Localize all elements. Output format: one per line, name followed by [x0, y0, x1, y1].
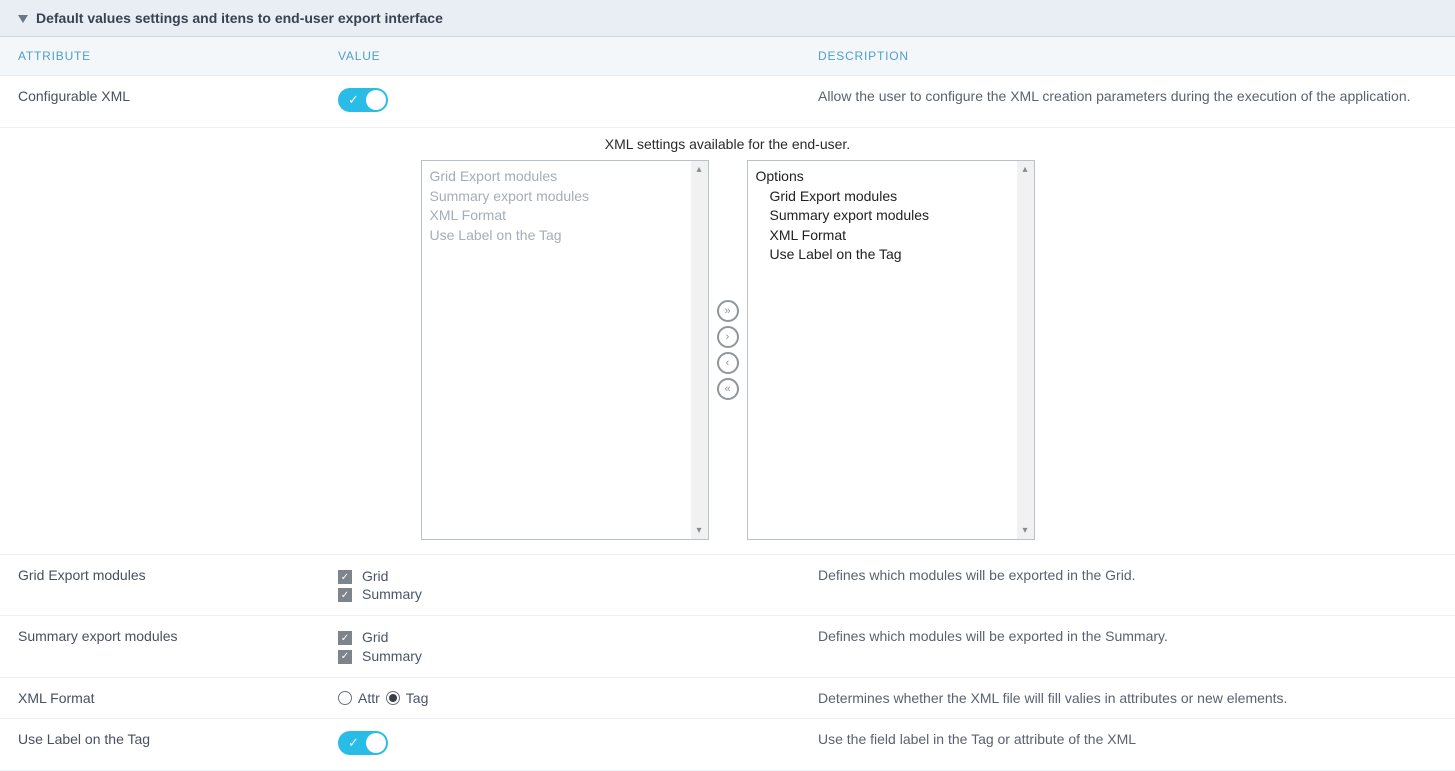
- list-item[interactable]: Grid Export modules: [430, 167, 700, 187]
- value-configurable-xml: ✓: [338, 88, 818, 115]
- desc-grid-export: Defines which modules will be exported i…: [818, 567, 1437, 603]
- toggle-knob: [366, 733, 386, 753]
- list-item[interactable]: XML Format: [756, 226, 1026, 246]
- scrollbar[interactable]: ▴ ▾: [1017, 161, 1034, 539]
- checkbox-grid-export-summary[interactable]: ✓: [338, 588, 352, 602]
- value-grid-export: ✓ Grid ✓ Summary: [338, 567, 818, 603]
- col-value: VALUE: [338, 49, 818, 63]
- row-xml-format: XML Format Attr Tag Determines whether t…: [0, 678, 1455, 719]
- row-configurable-xml: Configurable XML ✓ Allow the user to con…: [0, 76, 1455, 128]
- scroll-down-icon[interactable]: ▾: [1017, 522, 1034, 539]
- value-use-label: ✓: [338, 731, 818, 758]
- row-grid-export: Grid Export modules ✓ Grid ✓ Summary Def…: [0, 555, 1455, 616]
- scrollbar[interactable]: ▴ ▾: [691, 161, 708, 539]
- checkbox-summary-export-summary[interactable]: ✓: [338, 650, 352, 664]
- move-all-right-button[interactable]: »: [717, 300, 739, 322]
- move-all-left-button[interactable]: «: [717, 378, 739, 400]
- radio-label: Attr: [358, 690, 380, 706]
- attr-summary-export: Summary export modules: [18, 628, 338, 664]
- toggle-configurable-xml[interactable]: ✓: [338, 88, 388, 112]
- checkbox-grid-export-grid[interactable]: ✓: [338, 570, 352, 584]
- col-attribute: ATTRIBUTE: [18, 49, 338, 63]
- value-summary-export: ✓ Grid ✓ Summary: [338, 628, 818, 664]
- collapse-caret-icon: [18, 15, 28, 23]
- panel-header[interactable]: Default values settings and itens to end…: [0, 0, 1455, 37]
- checkbox-label: Grid: [362, 628, 388, 646]
- list-item[interactable]: Use Label on the Tag: [430, 226, 700, 246]
- scroll-up-icon[interactable]: ▴: [691, 161, 708, 178]
- checkbox-label: Grid: [362, 567, 388, 585]
- xml-settings-caption: XML settings available for the end-user.: [605, 136, 850, 152]
- transfer-buttons: » › ‹ «: [717, 300, 739, 400]
- radio-xml-tag[interactable]: [386, 691, 400, 705]
- desc-configurable-xml: Allow the user to configure the XML crea…: [818, 88, 1437, 115]
- attr-configurable-xml: Configurable XML: [18, 88, 338, 115]
- list-item[interactable]: Grid Export modules: [756, 187, 1026, 207]
- radio-label: Tag: [406, 690, 429, 706]
- list-item[interactable]: Summary export modules: [756, 206, 1026, 226]
- panel-title: Default values settings and itens to end…: [36, 10, 443, 26]
- scroll-up-icon[interactable]: ▴: [1017, 161, 1034, 178]
- attr-xml-format: XML Format: [18, 690, 338, 706]
- list-item[interactable]: Use Label on the Tag: [756, 245, 1026, 265]
- attr-grid-export: Grid Export modules: [18, 567, 338, 603]
- row-summary-export: Summary export modules ✓ Grid ✓ Summary …: [0, 616, 1455, 677]
- xml-settings-block: XML settings available for the end-user.…: [18, 136, 1437, 540]
- checkbox-label: Summary: [362, 585, 422, 603]
- desc-xml-format: Determines whether the XML file will fil…: [818, 690, 1437, 706]
- selected-listbox[interactable]: Options Grid Export modules Summary expo…: [747, 160, 1035, 540]
- col-description: DESCRIPTION: [818, 49, 1437, 63]
- move-left-button[interactable]: ‹: [717, 352, 739, 374]
- desc-use-label: Use the field label in the Tag or attrib…: [818, 731, 1437, 758]
- radio-xml-attr[interactable]: [338, 691, 352, 705]
- check-icon: ✓: [348, 92, 359, 108]
- attr-use-label: Use Label on the Tag: [18, 731, 338, 758]
- row-xml-settings: XML settings available for the end-user.…: [0, 128, 1455, 555]
- dual-listbox: Grid Export modules Summary export modul…: [421, 160, 1035, 540]
- column-headers: ATTRIBUTE VALUE DESCRIPTION: [0, 37, 1455, 76]
- value-xml-format: Attr Tag: [338, 690, 818, 706]
- move-right-button[interactable]: ›: [717, 326, 739, 348]
- check-icon: ✓: [348, 735, 359, 751]
- toggle-use-label[interactable]: ✓: [338, 731, 388, 755]
- toggle-knob: [366, 90, 386, 110]
- list-item[interactable]: Summary export modules: [430, 187, 700, 207]
- list-item-header[interactable]: Options: [756, 167, 1026, 187]
- list-item[interactable]: XML Format: [430, 206, 700, 226]
- checkbox-label: Summary: [362, 647, 422, 665]
- checkbox-summary-export-grid[interactable]: ✓: [338, 631, 352, 645]
- row-use-label: Use Label on the Tag ✓ Use the field lab…: [0, 719, 1455, 771]
- desc-summary-export: Defines which modules will be exported i…: [818, 628, 1437, 664]
- available-listbox[interactable]: Grid Export modules Summary export modul…: [421, 160, 709, 540]
- scroll-down-icon[interactable]: ▾: [691, 522, 708, 539]
